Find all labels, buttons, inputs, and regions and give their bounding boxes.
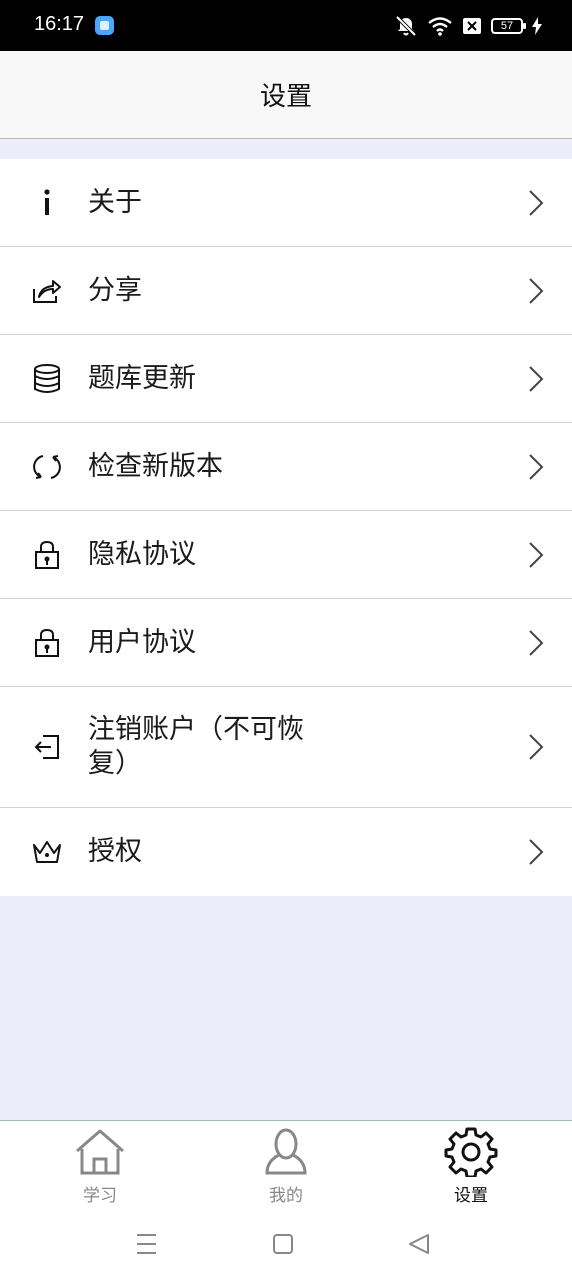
settings-menu: 关于 分享 题库更新 检查新版本 隐私协议 用户协议 注销账户（不可恢复） 授权 [0,159,572,896]
status-time: 16:17 [34,13,85,35]
battery-icon: 57 [491,18,526,34]
chevron-right-icon [529,541,544,568]
home-button[interactable] [273,1234,293,1254]
crown-icon [31,836,63,868]
recent-apps-button[interactable] [137,1234,156,1254]
tab-label: 设置 [454,1186,488,1206]
status-bar: 16:17 57 [0,0,572,51]
info-icon [31,187,63,219]
tab-settings[interactable]: 设置 [411,1127,531,1207]
status-indicators: 57 [394,13,542,39]
share-icon [31,275,63,307]
menu-item-label: 注销账户（不可恢复） [88,714,304,779]
menu-item-authorization[interactable]: 授权 [0,808,572,896]
app-notification-icon [95,16,114,35]
app-header: 设置 [0,51,572,139]
refresh-icon [31,451,63,483]
charging-icon [532,17,542,35]
menu-item-label: 授权 [88,836,142,867]
tab-study[interactable]: 学习 [40,1127,160,1207]
menu-item-user-agreement[interactable]: 用户协议 [0,599,572,687]
sim-disabled-icon [463,18,481,34]
chevron-right-icon [529,277,544,304]
menu-item-label: 用户协议 [88,626,196,658]
mute-icon [395,15,417,37]
lock-icon [31,627,63,659]
logout-icon [31,731,63,763]
menu-item-delete-account[interactable]: 注销账户（不可恢复） [0,687,572,808]
chevron-right-icon [529,189,544,216]
chevron-right-icon [529,629,544,656]
tab-label: 学习 [83,1186,117,1206]
system-navigation-bar [137,1234,429,1254]
menu-item-label: 检查新版本 [88,450,223,482]
database-icon [31,363,63,395]
chevron-right-icon [529,839,544,865]
tab-label: 我的 [269,1186,303,1206]
page-title: 设置 [259,82,312,112]
menu-item-check-version[interactable]: 检查新版本 [0,423,572,511]
menu-item-question-bank-update[interactable]: 题库更新 [0,335,572,423]
gear-icon [444,1127,498,1177]
menu-item-privacy-policy[interactable]: 隐私协议 [0,511,572,599]
chevron-right-icon [529,734,544,760]
menu-item-share[interactable]: 分享 [0,247,572,335]
menu-item-label: 分享 [88,274,142,306]
user-icon [265,1128,307,1175]
menu-item-label: 题库更新 [88,362,196,394]
chevron-right-icon [529,453,544,480]
menu-item-about[interactable]: 关于 [0,159,572,247]
menu-item-label: 隐私协议 [88,538,196,570]
home-icon [76,1129,124,1175]
menu-item-label: 关于 [88,186,142,218]
tab-mine[interactable]: 我的 [226,1127,346,1207]
lock-icon [31,539,63,571]
chevron-right-icon [529,365,544,392]
back-button[interactable] [409,1234,429,1254]
wifi-icon [428,17,452,36]
